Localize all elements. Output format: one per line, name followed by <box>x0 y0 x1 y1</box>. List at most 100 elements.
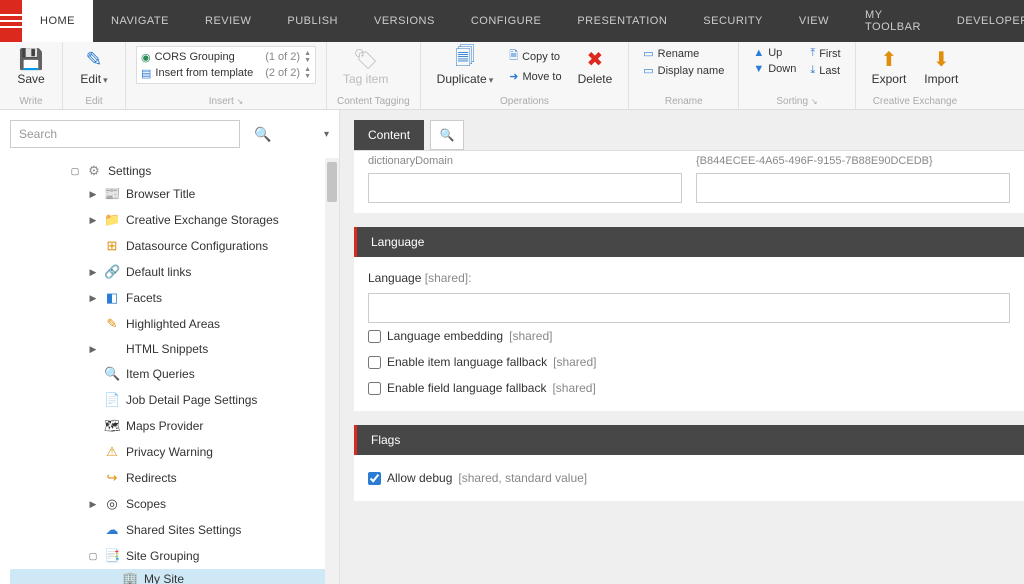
rename-icon: ▭ <box>643 47 653 60</box>
group-label-sorting: Sorting ↘ <box>749 94 844 107</box>
spinner-icon[interactable]: ▲▼ <box>304 66 311 80</box>
moveto-label: Move to <box>522 71 561 83</box>
field-name-input[interactable] <box>368 173 682 203</box>
tree-icon: 🗺 <box>104 418 120 434</box>
tree-node[interactable]: ▶◎Scopes <box>10 494 329 514</box>
rename-button[interactable]: ▭ Rename <box>639 46 728 61</box>
export-icon: ⬆ <box>881 48 898 70</box>
main: Search 🔍 ▾ ▢⚙Settings ▶📰Browser Title ▶📁C… <box>0 110 1024 584</box>
chk-hint: [shared] <box>553 355 596 369</box>
content-tabs: Content 🔍 <box>340 110 1024 150</box>
tab-mytoolbar[interactable]: MY TOOLBAR <box>847 0 939 42</box>
tree-scrollbar[interactable] <box>325 158 339 584</box>
delete-label: Delete <box>578 72 613 86</box>
tab-search[interactable]: 🔍 <box>430 120 464 150</box>
first-button[interactable]: ⤒First <box>806 46 844 61</box>
tree-node-mysite[interactable]: 🏢My Site <box>10 569 329 584</box>
tree-label: Browser Title <box>126 187 195 201</box>
tab-view[interactable]: VIEW <box>781 0 847 42</box>
duplicate-button[interactable]: 🗐 Duplicate▾ <box>431 46 500 88</box>
tree-icon: ☁ <box>104 522 120 538</box>
hamburger-menu[interactable] <box>0 0 22 42</box>
tree-node[interactable]: ✎Highlighted Areas <box>10 314 329 334</box>
delete-button[interactable]: ✖ Delete <box>572 46 619 88</box>
import-button[interactable]: ⬇ Import <box>918 46 964 88</box>
tree-node[interactable]: 🗺Maps Provider <box>10 416 329 436</box>
ribbon-group-edit: ✎ Edit▾ Edit <box>63 42 126 109</box>
export-label: Export <box>872 72 907 86</box>
edit-icon: ✎ <box>86 48 103 70</box>
delete-icon: ✖ <box>587 48 604 70</box>
tree-icon: ◎ <box>104 496 120 512</box>
tree-node[interactable]: ▶🔗Default links <box>10 262 329 282</box>
edit-button[interactable]: ✎ Edit▾ <box>73 46 115 88</box>
up-button[interactable]: ▲Up <box>749 46 800 60</box>
language-input[interactable] <box>368 293 1010 323</box>
tab-configure[interactable]: CONFIGURE <box>453 0 560 42</box>
top-menu: HOME NAVIGATE REVIEW PUBLISH VERSIONS CO… <box>0 0 1024 42</box>
chk-label: Allow debug <box>387 471 452 485</box>
chk-allow-debug[interactable] <box>368 472 381 485</box>
insert-template-list[interactable]: ◉CORS Grouping (1 of 2)▲▼ ▤Insert from t… <box>136 46 316 84</box>
tree-icon: ↪ <box>104 470 120 486</box>
tab-publish[interactable]: PUBLISH <box>269 0 356 42</box>
section-language[interactable]: Language <box>354 227 1024 257</box>
save-icon: 💾 <box>19 48 44 70</box>
tree-node[interactable]: 📄Job Detail Page Settings <box>10 390 329 410</box>
tree-label: Datasource Configurations <box>126 239 268 253</box>
tree-node[interactable]: ↪Redirects <box>10 468 329 488</box>
displayname-icon: ▭ <box>643 64 653 77</box>
export-button[interactable]: ⬆ Export <box>866 46 913 88</box>
tree-node-settings[interactable]: ▢⚙Settings <box>10 161 329 181</box>
tab-navigate[interactable]: NAVIGATE <box>93 0 187 42</box>
tab-versions[interactable]: VERSIONS <box>356 0 453 42</box>
tree-node[interactable]: ⊞Datasource Configurations <box>10 236 329 256</box>
down-button[interactable]: ▼Down <box>749 62 800 76</box>
search-input[interactable]: Search <box>10 120 240 148</box>
tree-node[interactable]: ▶◧Facets <box>10 288 329 308</box>
save-button[interactable]: 💾 Save <box>10 46 52 88</box>
tree-node-sitegrouping[interactable]: ▢📑Site Grouping <box>10 546 329 566</box>
tree-icon: ✎ <box>104 316 120 332</box>
tab-home[interactable]: HOME <box>22 0 93 42</box>
chk-field-fallback[interactable] <box>368 382 381 395</box>
tree-node[interactable]: 🔍Item Queries <box>10 364 329 384</box>
spinner-icon[interactable]: ▲▼ <box>304 50 311 64</box>
chk-item-fallback[interactable] <box>368 356 381 369</box>
tree-node[interactable]: ▶📁Creative Exchange Storages <box>10 210 329 230</box>
tab-security[interactable]: SECURITY <box>685 0 781 42</box>
chk-language-embedding[interactable] <box>368 330 381 343</box>
tab-presentation[interactable]: PRESENTATION <box>559 0 685 42</box>
copyto-button[interactable]: 🗎Copy to <box>505 46 565 67</box>
search-icon[interactable]: 🔍 <box>254 126 271 143</box>
tree-node[interactable]: ▶📰Browser Title <box>10 184 329 204</box>
ribbon-group-sorting: ▲Up ▼Down ⤒First ⤓Last Sorting ↘ <box>739 42 855 109</box>
moveto-icon: ➜ <box>509 70 518 83</box>
content-tree: ▢⚙Settings ▶📰Browser Title ▶📁Creative Exc… <box>0 158 339 584</box>
template-count: (2 of 2) <box>265 67 300 79</box>
template-icon: ▤ <box>141 67 151 80</box>
moveto-button[interactable]: ➜ Move to <box>505 69 565 84</box>
rename-label: Rename <box>658 48 700 60</box>
ribbon-group-creative: ⬆ Export ⬇ Import Creative Exchange <box>856 42 975 109</box>
chk-hint: [shared] <box>509 329 552 343</box>
section-flags[interactable]: Flags <box>354 425 1024 455</box>
tab-content[interactable]: Content <box>354 120 424 150</box>
tab-developer[interactable]: DEVELOPER <box>939 0 1024 42</box>
ribbon-group-operations: 🗐 Duplicate▾ 🗎Copy to ➜Move to ✖ Delete … <box>421 42 630 109</box>
last-button[interactable]: ⤓Last <box>806 63 844 78</box>
tree-node[interactable]: ☁ Shared Sites Settings <box>10 520 329 540</box>
tree-icon: 📄 <box>104 392 120 408</box>
tab-review[interactable]: REVIEW <box>187 0 269 42</box>
tag-item-button[interactable]: 🏷 Tag item <box>337 46 394 88</box>
tree-node[interactable]: ⚠Privacy Warning <box>10 442 329 462</box>
ribbon: 💾 Save Write ✎ Edit▾ Edit ◉CORS Grouping… <box>0 42 1024 110</box>
field-id-input[interactable] <box>696 173 1010 203</box>
displayname-button[interactable]: ▭Display name <box>639 63 728 78</box>
tree-node[interactable]: ▶HTML Snippets <box>10 340 329 358</box>
tree-label: Shared Sites Settings <box>126 523 241 537</box>
ribbon-group-insert: ◉CORS Grouping (1 of 2)▲▼ ▤Insert from t… <box>126 42 327 109</box>
tree-label: Creative Exchange Storages <box>126 213 279 227</box>
search-dropdown[interactable]: ▾ <box>324 129 329 140</box>
chk-hint: [shared] <box>552 381 595 395</box>
